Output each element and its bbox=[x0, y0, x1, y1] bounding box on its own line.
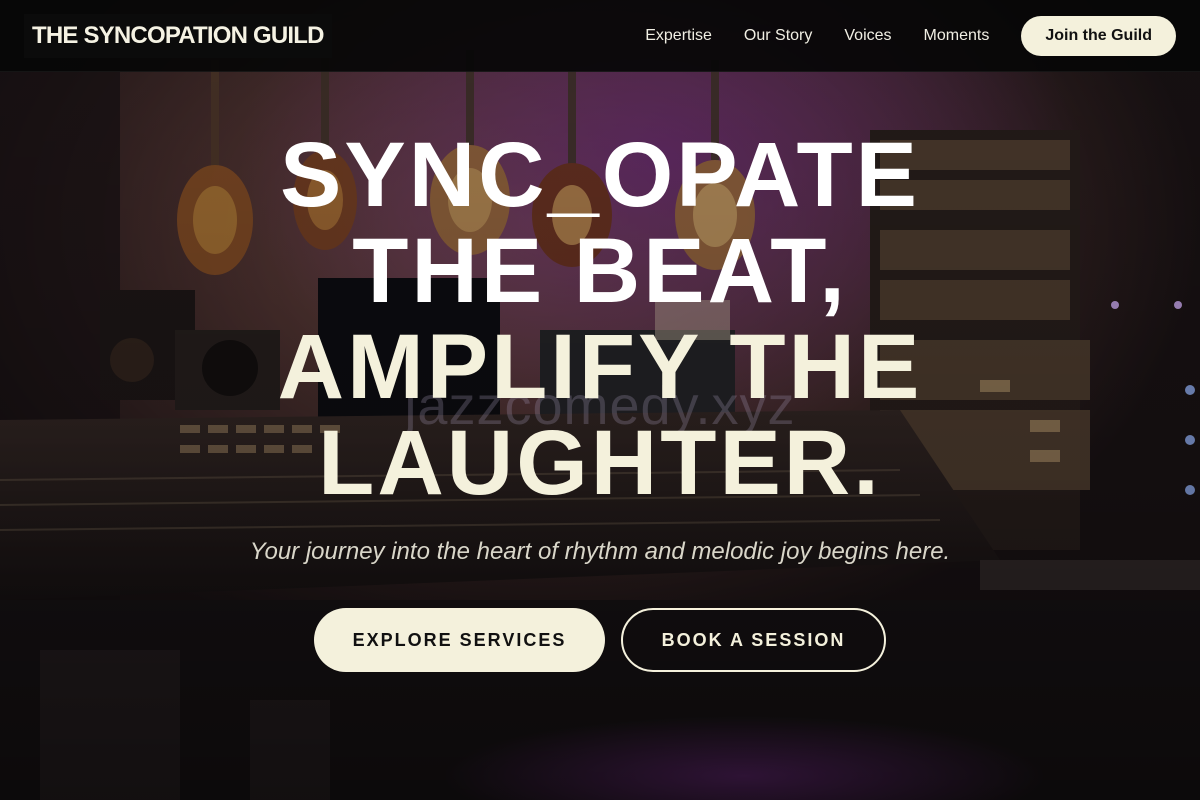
hero-section: jazzcomedy.xyz SYNC_OPATE THE BEAT, AMPL… bbox=[0, 72, 1200, 800]
book-session-button[interactable]: BOOK A SESSION bbox=[621, 608, 886, 672]
join-guild-button[interactable]: Join the Guild bbox=[1021, 15, 1176, 56]
hero-headline-line-4: LAUGHTER. bbox=[318, 412, 882, 514]
top-navbar: THE SYNCOPATION GUILD Expertise Our Stor… bbox=[0, 0, 1200, 72]
hero-headline-line-1: SYNC_OPATE bbox=[279, 124, 921, 226]
hero-tagline: Your journey into the heart of rhythm an… bbox=[249, 538, 951, 565]
explore-services-button[interactable]: EXPLORE SERVICES bbox=[314, 608, 605, 672]
hero-headline-line-2: THE BEAT, bbox=[352, 220, 848, 322]
nav-link-expertise[interactable]: Expertise bbox=[645, 27, 712, 45]
brand-logo-link[interactable]: THE SYNCOPATION GUILD bbox=[24, 13, 332, 58]
hero-headline: SYNC_OPATE THE BEAT, AMPLIFY THE LAUGHTE… bbox=[0, 127, 1200, 511]
nav-link-our-story[interactable]: Our Story bbox=[744, 27, 812, 45]
nav-links: Expertise Our Story Voices Moments bbox=[645, 27, 989, 45]
nav-link-moments[interactable]: Moments bbox=[924, 27, 990, 45]
nav-right: Expertise Our Story Voices Moments Join … bbox=[645, 15, 1176, 56]
nav-link-voices[interactable]: Voices bbox=[844, 27, 891, 45]
hero-headline-line-3: AMPLIFY THE bbox=[277, 316, 923, 418]
